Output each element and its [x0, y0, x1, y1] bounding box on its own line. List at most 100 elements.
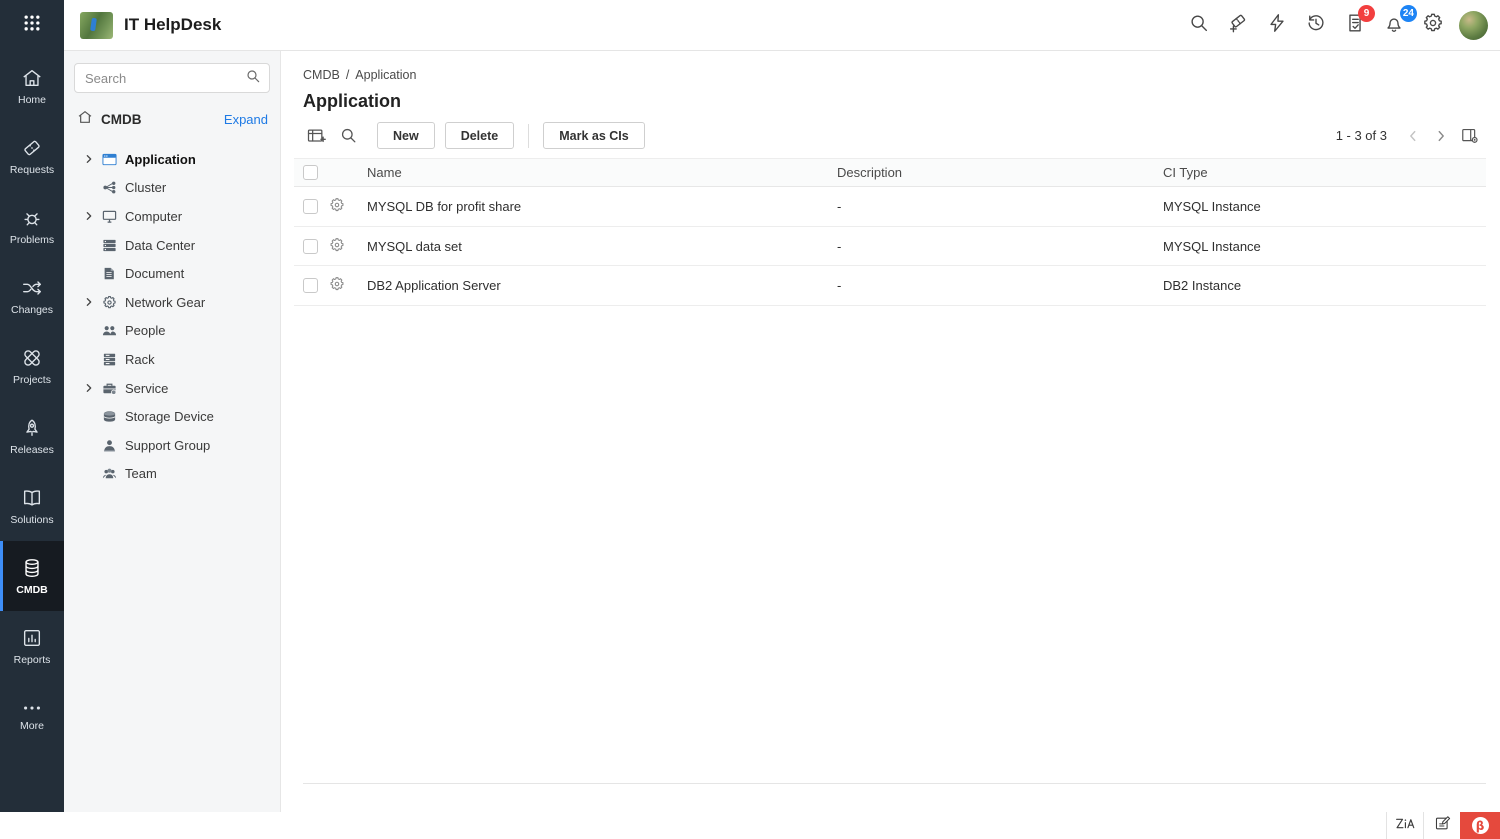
column-header-ci-type[interactable]: CI Type: [1163, 165, 1486, 180]
rail-label: Home: [18, 94, 46, 106]
tree-item-team[interactable]: Team: [64, 460, 280, 489]
tree-label: Rack: [125, 352, 155, 367]
chevron-right-icon[interactable]: [84, 211, 101, 221]
ci-type: MYSQL Instance: [1163, 199, 1486, 214]
breadcrumb-separator: /: [346, 68, 349, 82]
tree-item-service[interactable]: Service: [64, 374, 280, 403]
app-title: IT HelpDesk: [124, 15, 221, 35]
table-row[interactable]: MYSQL data set - MYSQL Instance: [294, 227, 1486, 267]
expand-link[interactable]: Expand: [224, 112, 268, 127]
people-icon: [101, 323, 117, 339]
breadcrumb-cmdb[interactable]: CMDB: [303, 68, 340, 82]
next-page-button[interactable]: [1431, 126, 1451, 146]
ci-table: Name Description CI Type MYSQL DB for pr…: [294, 158, 1486, 306]
tree-item-support-group[interactable]: Support Group: [64, 431, 280, 460]
rack-icon: [101, 351, 117, 367]
feedback-button[interactable]: [1423, 812, 1460, 839]
add-view-button[interactable]: [303, 123, 329, 149]
sidebar-item-cmdb[interactable]: CMDB: [0, 541, 64, 611]
tree-item-cluster[interactable]: Cluster: [64, 174, 280, 203]
database-icon: [21, 557, 43, 579]
column-header-name[interactable]: Name: [367, 165, 837, 180]
tree-item-document[interactable]: Document: [64, 259, 280, 288]
global-search-button[interactable]: [1186, 12, 1212, 38]
notifications-button[interactable]: 24: [1381, 12, 1407, 38]
tree-item-data-center[interactable]: Data Center: [64, 231, 280, 260]
lightning-bolt-icon: [1266, 12, 1288, 39]
list-bottom-divider: [303, 783, 1486, 784]
ci-type: MYSQL Instance: [1163, 239, 1486, 254]
zia-button[interactable]: [1386, 812, 1423, 839]
tree-item-computer[interactable]: Computer: [64, 202, 280, 231]
sidebar-item-problems[interactable]: Problems: [0, 191, 64, 261]
zia-assistant-button[interactable]: [1264, 12, 1290, 38]
sidebar-search: [74, 63, 270, 93]
sidebar-item-changes[interactable]: Changes: [0, 261, 64, 331]
approvals-button[interactable]: 9: [1342, 12, 1368, 38]
zia-icon: [1395, 816, 1415, 836]
sidebar-item-more[interactable]: More: [0, 681, 64, 751]
server-stack-icon: [101, 237, 117, 253]
tree-item-storage-device[interactable]: Storage Device: [64, 402, 280, 431]
ci-name[interactable]: DB2 Application Server: [367, 278, 837, 293]
chevron-right-icon[interactable]: [84, 297, 101, 307]
ticket-icon: [21, 137, 43, 159]
apps-grid-icon: [22, 13, 42, 38]
tree-item-rack[interactable]: Rack: [64, 345, 280, 374]
delete-button[interactable]: Delete: [445, 122, 515, 149]
search-icon: [1188, 12, 1210, 39]
pagination: 1 - 3 of 3: [1336, 126, 1479, 146]
ci-type-tree: Application Cluster Computer Data Center: [64, 145, 280, 488]
list-search-button[interactable]: [335, 123, 361, 149]
sidebar-item-projects[interactable]: Projects: [0, 331, 64, 401]
person-icon: [101, 437, 117, 453]
logo-bird: [90, 17, 97, 31]
ci-name[interactable]: MYSQL DB for profit share: [367, 199, 837, 214]
tree-item-network-gear[interactable]: Network Gear: [64, 288, 280, 317]
column-settings-button[interactable]: [1459, 126, 1479, 146]
sidebar-item-requests[interactable]: Requests: [0, 121, 64, 191]
chevron-right-icon[interactable]: [84, 383, 101, 393]
sidebar-item-reports[interactable]: Reports: [0, 611, 64, 681]
sidebar-item-home[interactable]: Home: [0, 51, 64, 121]
book-icon: [21, 487, 43, 509]
recent-items-button[interactable]: [1303, 12, 1329, 38]
beta-button[interactable]: β: [1460, 812, 1500, 839]
row-gear-icon[interactable]: [329, 276, 345, 295]
table-row[interactable]: DB2 Application Server - DB2 Instance: [294, 266, 1486, 306]
home-outline-icon: [77, 109, 93, 130]
select-all-checkbox[interactable]: [303, 165, 318, 180]
tree-item-people[interactable]: People: [64, 317, 280, 346]
rail-label: Releases: [10, 444, 54, 456]
search-input[interactable]: [85, 71, 245, 86]
pagination-text: 1 - 3 of 3: [1336, 128, 1387, 143]
new-button[interactable]: New: [377, 122, 435, 149]
rail-label: Requests: [10, 164, 54, 176]
user-avatar[interactable]: [1459, 11, 1488, 40]
mark-as-cis-button[interactable]: Mark as CIs: [543, 122, 644, 149]
tree-label: Team: [125, 466, 157, 481]
toolbar-divider: [528, 124, 529, 148]
apps-grid-button[interactable]: [0, 0, 64, 51]
bar-chart-icon: [21, 627, 43, 649]
row-gear-icon[interactable]: [329, 237, 345, 256]
quick-add-button[interactable]: [1225, 12, 1251, 38]
search-icon[interactable]: [245, 68, 261, 89]
chevron-right-icon[interactable]: [84, 154, 101, 164]
tree-label: Service: [125, 381, 168, 396]
sidebar-item-releases[interactable]: Releases: [0, 401, 64, 471]
ci-name[interactable]: MYSQL data set: [367, 239, 837, 254]
column-header-description[interactable]: Description: [837, 165, 1163, 180]
row-checkbox[interactable]: [303, 199, 318, 214]
cmdb-root-row[interactable]: CMDB Expand: [64, 103, 280, 136]
table-row[interactable]: MYSQL DB for profit share - MYSQL Instan…: [294, 187, 1486, 227]
tree-item-application[interactable]: Application: [64, 145, 280, 174]
settings-button[interactable]: [1420, 12, 1446, 38]
rail-label: Changes: [11, 304, 53, 316]
row-checkbox[interactable]: [303, 239, 318, 254]
row-gear-icon[interactable]: [329, 197, 345, 216]
app-logo[interactable]: [80, 12, 113, 39]
row-checkbox[interactable]: [303, 278, 318, 293]
sidebar-item-solutions[interactable]: Solutions: [0, 471, 64, 541]
prev-page-button[interactable]: [1403, 126, 1423, 146]
